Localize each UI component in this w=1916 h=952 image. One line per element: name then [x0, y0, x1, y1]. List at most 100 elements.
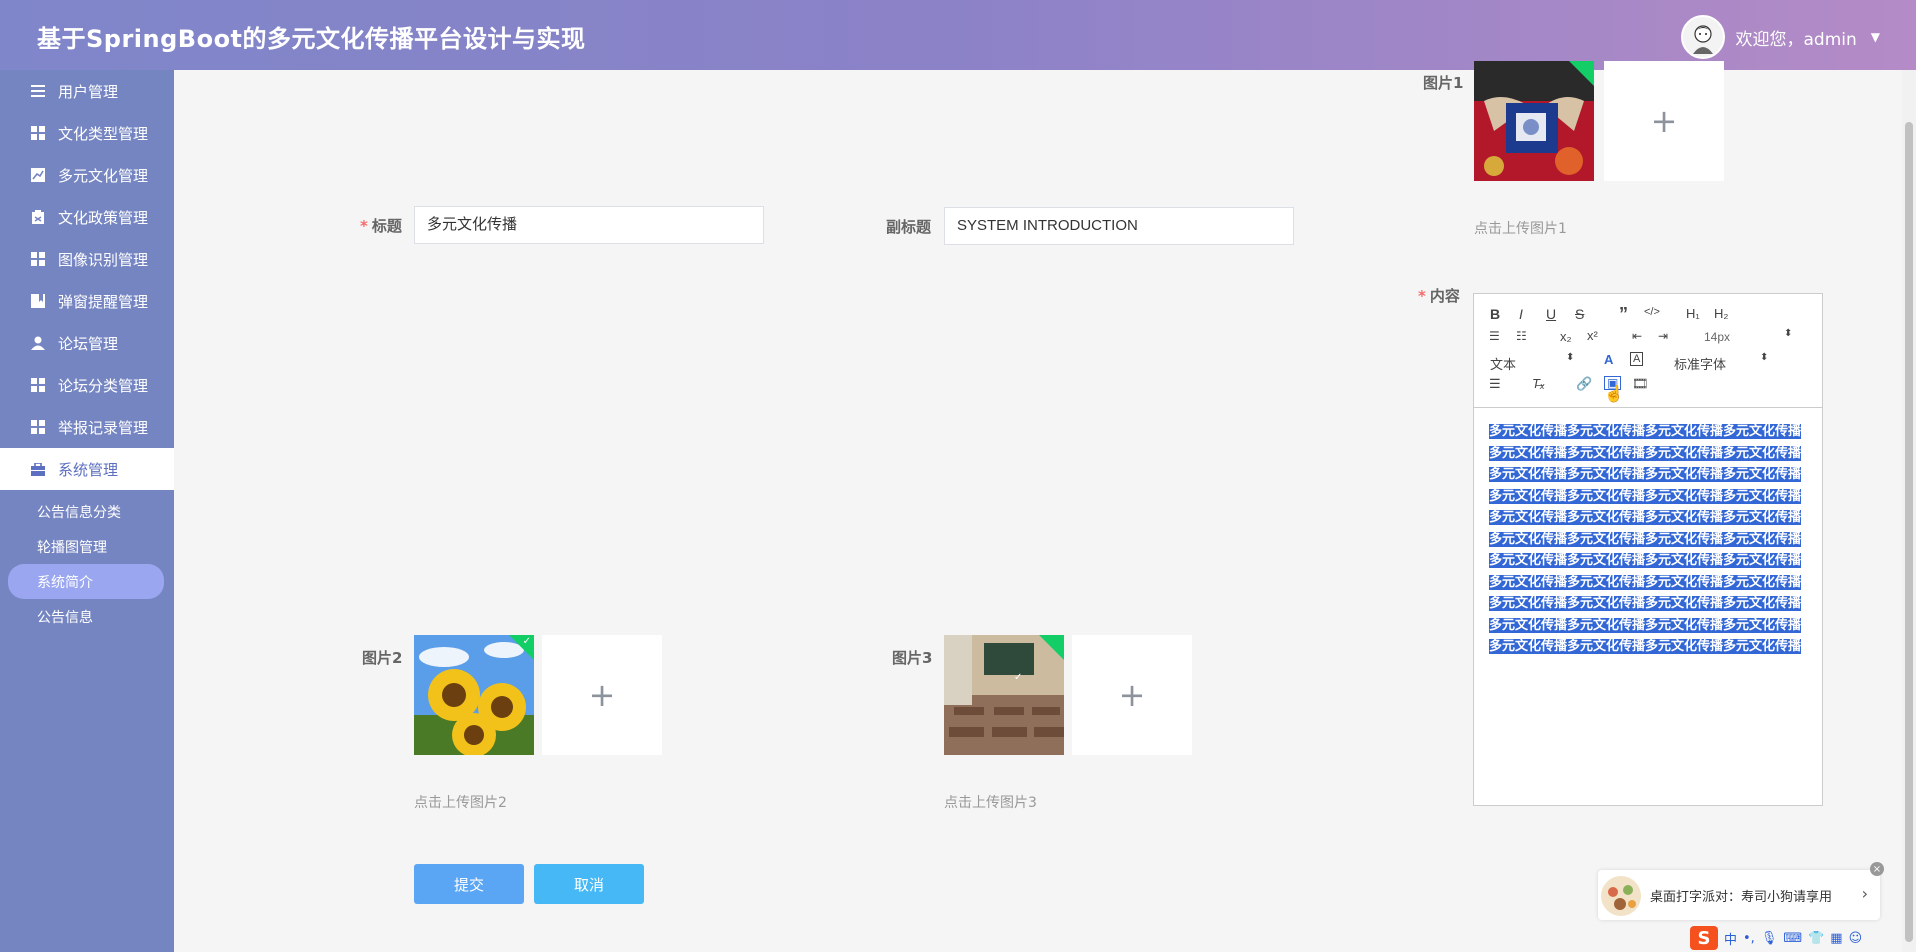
sidebar-item-system[interactable]: 系统管理	[0, 448, 174, 490]
title-input[interactable]: 多元文化传播	[414, 206, 764, 244]
sidebar-item-multiculture[interactable]: 多元文化管理	[0, 154, 174, 196]
sidebar-item-popup-reminder[interactable]: 弹窗提醒管理	[0, 280, 174, 322]
image3-upload-button[interactable]: +	[1072, 635, 1192, 755]
sidebar-item-user-management[interactable]: 用户管理	[0, 70, 174, 112]
font-family-select[interactable]: 标准字体	[1674, 354, 1726, 373]
sidebar-subitem-system-intro[interactable]: 系统简介	[8, 564, 164, 599]
sidebar-item-forum[interactable]: 论坛管理	[0, 322, 174, 364]
check-icon: ✓	[522, 636, 531, 647]
outdent-icon[interactable]: ⇤	[1632, 329, 1642, 343]
format-select[interactable]: 文本	[1490, 354, 1516, 373]
sidebar-item-label: 论坛分类管理	[58, 376, 149, 395]
subscript-icon[interactable]: x₂	[1560, 329, 1572, 344]
image1-upload-button[interactable]: +	[1604, 61, 1724, 181]
page-scrollbar[interactable]	[1902, 70, 1916, 952]
image2-thumbnail[interactable]: ✓	[414, 635, 534, 755]
align-left-icon[interactable]: ☰	[1489, 376, 1501, 392]
welcome-text: 欢迎您，admin	[1735, 29, 1857, 50]
editor-content-text: 多元文化传播多元文化传播多元文化传播多元文化传播多元文化传播多元文化传播多元文化…	[1489, 424, 1802, 654]
sidebar-subitem-notice-category[interactable]: 公告信息分类	[0, 494, 174, 529]
blockquote-icon[interactable]: ”	[1619, 304, 1628, 325]
video-icon[interactable]: 🎞	[1632, 376, 1649, 392]
sidebar: 用户管理 文化类型管理 多元文化管理 文化政策管理 图像识别管理 弹窗提醒管理 …	[0, 70, 174, 952]
sidebar-item-label: 举报记录管理	[58, 418, 149, 437]
sidebar-subitem-carousel[interactable]: 轮播图管理	[0, 529, 174, 564]
font-size-select[interactable]: 14px	[1704, 330, 1730, 344]
ime-popup-text: 桌面打字派对：寿司小狗请享用	[1650, 889, 1833, 905]
skin-icon[interactable]: 👕	[1808, 931, 1824, 946]
avatar[interactable]	[1681, 15, 1726, 59]
subtitle-label: 副标题	[886, 218, 932, 236]
toolbox-icon[interactable]: ▦	[1830, 931, 1842, 946]
italic-icon[interactable]: I	[1519, 306, 1523, 322]
clipboard-icon	[30, 209, 46, 225]
submit-button[interactable]: 提交	[414, 864, 524, 904]
punctuation-icon[interactable]: •,	[1743, 931, 1755, 946]
plus-icon: +	[1650, 102, 1678, 140]
microphone-icon[interactable]: 🎙	[1761, 931, 1778, 946]
sidebar-item-report-records[interactable]: 举报记录管理	[0, 406, 174, 448]
select-arrow-icon: ⬍	[1760, 352, 1769, 363]
content-label: * 内容	[1418, 285, 1460, 306]
ime-lang-toggle[interactable]: 中	[1724, 929, 1737, 948]
editor-toolbar: B I U S ” </> H₁ H₂ ☰ ☷ x₂ x² ⇤ ⇥ 14px ⬍…	[1474, 294, 1822, 408]
caret-down-icon[interactable]: ▼	[1871, 30, 1880, 44]
user-icon	[30, 335, 46, 351]
strikethrough-icon[interactable]: S	[1575, 306, 1584, 322]
pointer-cursor-icon: ☝	[1604, 386, 1624, 403]
font-color-icon[interactable]: A	[1604, 352, 1613, 367]
sidebar-item-culture-type[interactable]: 文化类型管理	[0, 112, 174, 154]
image3-thumbnail[interactable]: ✓	[944, 635, 1064, 755]
background-color-icon[interactable]: A	[1630, 352, 1644, 366]
app-header: 基于SpringBoot的多元文化传播平台设计与实现 欢迎您，admin ▼	[0, 0, 1916, 70]
sogou-logo-icon[interactable]: S	[1690, 926, 1718, 950]
user-menu[interactable]: 欢迎您，admin ▼	[1681, 15, 1880, 59]
list-icon	[30, 83, 46, 99]
mascot-icon[interactable]: ☺	[1849, 931, 1863, 946]
sidebar-item-label: 图像识别管理	[58, 250, 149, 269]
code-block-icon[interactable]: </>	[1644, 306, 1660, 318]
classroom-photo	[944, 635, 1064, 755]
keyboard-icon[interactable]: ⌨	[1783, 931, 1802, 946]
sidebar-item-label: 论坛管理	[58, 334, 119, 353]
image3-label: 图片3	[892, 649, 933, 667]
image1-label: 图片1	[1423, 74, 1464, 92]
editor-content[interactable]: 多元文化传播多元文化传播多元文化传播多元文化传播多元文化传播多元文化传播多元文化…	[1474, 408, 1822, 669]
briefcase-icon	[30, 461, 46, 477]
sidebar-item-label: 用户管理	[58, 82, 119, 101]
cancel-button[interactable]: 取消	[534, 864, 644, 904]
required-mark: *	[360, 217, 368, 235]
rich-text-editor[interactable]: B I U S ” </> H₁ H₂ ☰ ☷ x₂ x² ⇤ ⇥ 14px ⬍…	[1473, 293, 1823, 806]
header1-icon[interactable]: H₁	[1686, 306, 1700, 321]
subtitle-input[interactable]: SYSTEM INTRODUCTION	[944, 207, 1294, 245]
sidebar-subitem-notice[interactable]: 公告信息	[0, 599, 174, 634]
sidebar-item-label: 多元文化管理	[58, 166, 149, 185]
indent-icon[interactable]: ⇥	[1658, 329, 1668, 343]
underline-icon[interactable]: U	[1546, 306, 1556, 322]
ime-notification[interactable]: 桌面打字派对：寿司小狗请享用 › ×	[1598, 862, 1884, 920]
grid-icon	[30, 125, 46, 141]
clear-format-icon[interactable]: T̶ₓ	[1532, 376, 1545, 391]
image2-label: 图片2	[362, 649, 403, 667]
chevron-right-icon[interactable]: ›	[1862, 884, 1868, 903]
bullet-list-icon[interactable]: ☷	[1516, 329, 1527, 343]
scrollbar-thumb[interactable]	[1905, 122, 1913, 942]
sushi-dog-icon	[1601, 876, 1641, 916]
sidebar-item-forum-category[interactable]: 论坛分类管理	[0, 364, 174, 406]
content-label-text: 内容	[1429, 287, 1460, 305]
plus-icon: +	[1118, 676, 1146, 714]
ordered-list-icon[interactable]: ☰	[1489, 329, 1500, 343]
header2-icon[interactable]: H₂	[1714, 306, 1728, 321]
link-icon[interactable]: 🔗	[1576, 376, 1592, 392]
superscript-icon[interactable]: x²	[1587, 328, 1598, 343]
title-label-text: 标题	[371, 217, 402, 235]
grid-icon	[30, 419, 46, 435]
sidebar-item-culture-policy[interactable]: 文化政策管理	[0, 196, 174, 238]
required-mark: *	[1418, 287, 1426, 305]
bold-icon[interactable]: B	[1490, 306, 1500, 322]
image1-thumbnail[interactable]	[1474, 61, 1594, 181]
sidebar-item-image-recognition[interactable]: 图像识别管理	[0, 238, 174, 280]
close-icon[interactable]: ×	[1870, 862, 1884, 876]
image2-upload-button[interactable]: +	[542, 635, 662, 755]
select-arrow-icon: ⬍	[1784, 328, 1793, 339]
